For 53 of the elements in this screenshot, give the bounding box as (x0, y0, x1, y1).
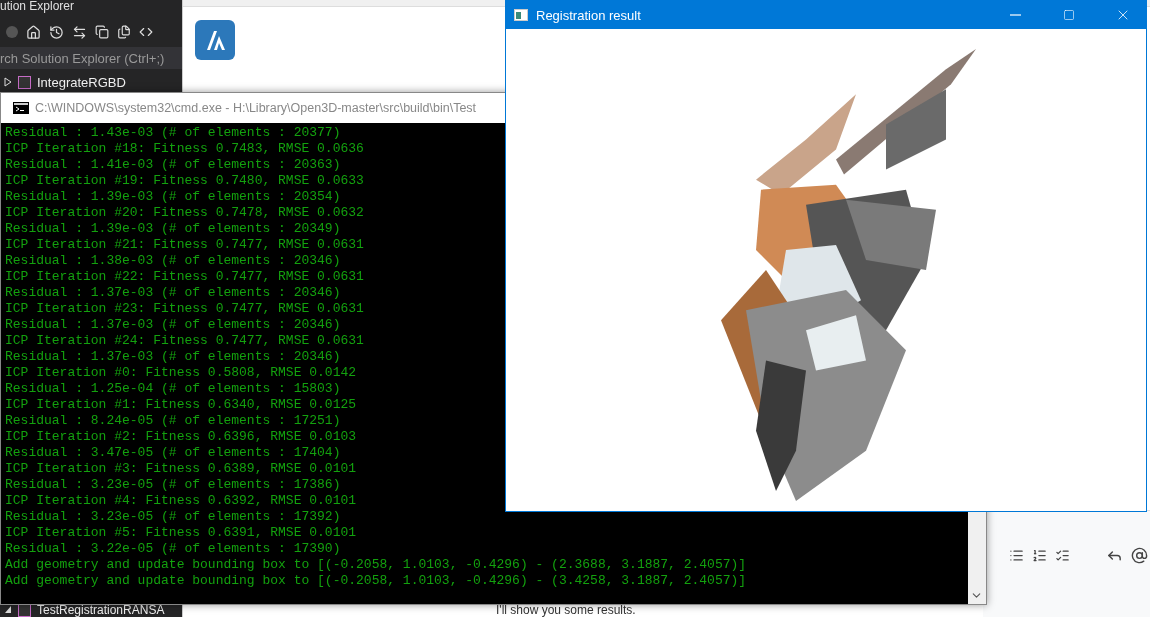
console-line: ICP Iteration #18: Fitness 0.7483, RMSE 0.0636 (5, 141, 365, 157)
console-line: Residual : 8.24e-05 (# of elements : 17251) (5, 413, 342, 429)
sync-icon[interactable] (72, 24, 87, 40)
console-line: Add geometry and update bounding box to [(-0.2058, 1.0103, -0.4296) - (3.4258, 3.1887, 2.4057)] (5, 573, 748, 589)
project-icon (18, 75, 31, 89)
console-line: Residual : 1.37e-03 (# of elements : 20346) (5, 285, 342, 301)
numbered-list-icon[interactable] (1032, 548, 1047, 563)
console-line: Residual : 1.39e-03 (# of elements : 20349) (5, 221, 342, 237)
console-line: Residual : 3.23e-05 (# of elements : 17392) (5, 509, 342, 525)
console-line: Residual : 3.22e-05 (# of elements : 17390) (5, 541, 342, 557)
bullet-list-icon[interactable] (1009, 548, 1024, 563)
collapsed-icon (4, 77, 12, 87)
console-line: Residual : 1.37e-03 (# of elements : 20346) (5, 317, 342, 333)
panel-title: ution Explorer (0, 0, 76, 13)
console-line: ICP Iteration #20: Fitness 0.7478, RMSE 0.0632 (5, 205, 365, 221)
app-logo (195, 20, 235, 60)
console-line: ICP Iteration #21: Fitness 0.7477, RMSE 0.0631 (5, 237, 365, 253)
message-text: I'll show you some results. (496, 604, 636, 617)
console-line: Residual : 1.38e-03 (# of elements : 20346) (5, 253, 342, 269)
history-icon[interactable] (49, 24, 64, 40)
console-line: Residual : 1.25e-04 (# of elements : 15803) (5, 381, 342, 397)
console-line: ICP Iteration #5: Fitness 0.6391, RMSE 0.0101 (5, 525, 358, 541)
expanded-icon (4, 605, 12, 615)
console-icon (13, 102, 29, 114)
console-line: ICP Iteration #3: Fitness 0.6389, RMSE 0.0101 (5, 461, 358, 477)
console-line: Add geometry and update bounding box to [(-0.2058, 1.0103, -0.4296) - (2.3688, 3.1887, 2.4057)] (5, 557, 748, 573)
window-icon (514, 9, 528, 21)
tree-item[interactable]: TestRegistrationRANSA (0, 603, 165, 617)
maximize-icon (1063, 9, 1075, 21)
console-line: ICP Iteration #1: Fitness 0.6340, RMSE 0.0125 (5, 397, 358, 413)
console-line: Residual : 3.47e-05 (# of elements : 17404) (5, 445, 342, 461)
files-icon[interactable] (117, 25, 131, 39)
tree-item[interactable]: IntegrateRGBD (0, 71, 182, 93)
console-line: Residual : 1.37e-03 (# of elements : 20346) (5, 349, 342, 365)
search-field[interactable]: rch Solution Explorer (Ctrl+;) (0, 47, 182, 69)
console-line: ICP Iteration #2: Fitness 0.6396, RMSE 0.0103 (5, 429, 358, 445)
window-title: C:\WINDOWS\system32\cmd.exe - H:\Library\Open3D-master\src\build\bin\Test (35, 101, 477, 115)
console-line: ICP Iteration #0: Fitness 0.5808, RMSE 0.0142 (5, 365, 358, 381)
console-line: Residual : 3.23e-05 (# of elements : 17386) (5, 477, 342, 493)
console-line: Residual : 1.39e-03 (# of elements : 20354) (5, 189, 342, 205)
checklist-icon[interactable] (1055, 548, 1070, 563)
console-line: ICP Iteration #22: Fitness 0.7477, RMSE 0.0631 (5, 269, 365, 285)
code-icon[interactable] (139, 25, 153, 39)
home-icon[interactable] (26, 24, 41, 40)
minimize-icon (1009, 14, 1021, 16)
console-line: ICP Iteration #4: Fitness 0.6392, RMSE 0.0101 (5, 493, 358, 509)
console-line: ICP Iteration #23: Fitness 0.7477, RMSE 0.0631 (5, 301, 365, 317)
mention-icon[interactable] (1131, 547, 1148, 564)
console-line: Residual : 1.41e-03 (# of elements : 20363) (5, 157, 342, 173)
console-line: ICP Iteration #24: Fitness 0.7477, RMSE 0.0631 (5, 333, 365, 349)
window-title: Registration result (536, 7, 642, 23)
console-line: Residual : 1.43e-03 (# of elements : 20377) (5, 125, 342, 141)
console-line: ICP Iteration #19: Fitness 0.7480, RMSE 0.0633 (5, 173, 365, 189)
